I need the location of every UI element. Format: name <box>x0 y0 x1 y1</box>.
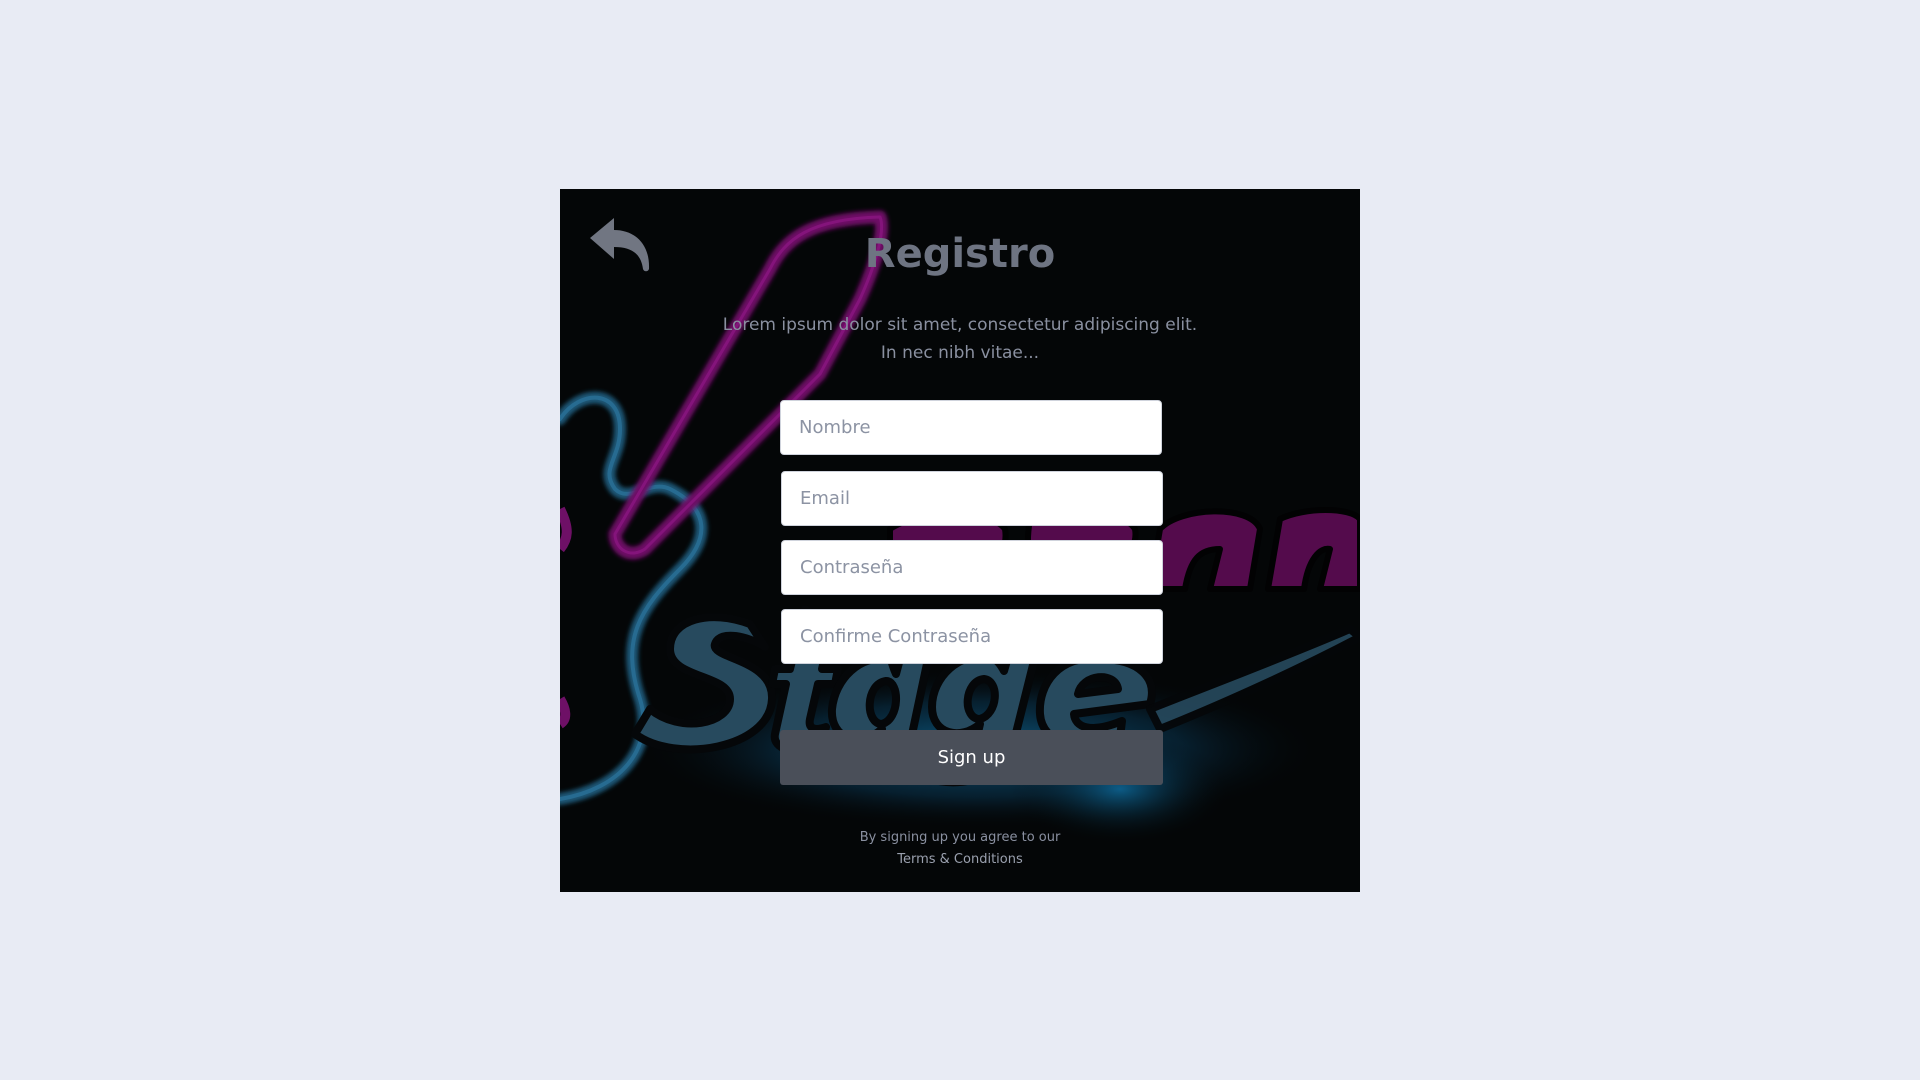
name-input[interactable] <box>780 400 1162 455</box>
signup-card: Registro Lorem ipsum dolor sit amet, con… <box>560 189 1360 892</box>
email-input[interactable] <box>781 471 1163 526</box>
password-input[interactable] <box>781 540 1163 595</box>
confirm-password-input[interactable] <box>781 609 1163 664</box>
signup-button[interactable]: Sign up <box>780 730 1163 785</box>
page-description: Lorem ipsum dolor sit amet, consectetur … <box>722 315 1198 363</box>
terms-agree-text: By signing up you agree to our <box>859 830 1061 845</box>
terms-notice: By signing up you agree to our Terms & C… <box>560 827 1360 871</box>
terms-link[interactable]: Terms & Conditions <box>560 849 1360 871</box>
page-title: Registro <box>864 231 1056 277</box>
